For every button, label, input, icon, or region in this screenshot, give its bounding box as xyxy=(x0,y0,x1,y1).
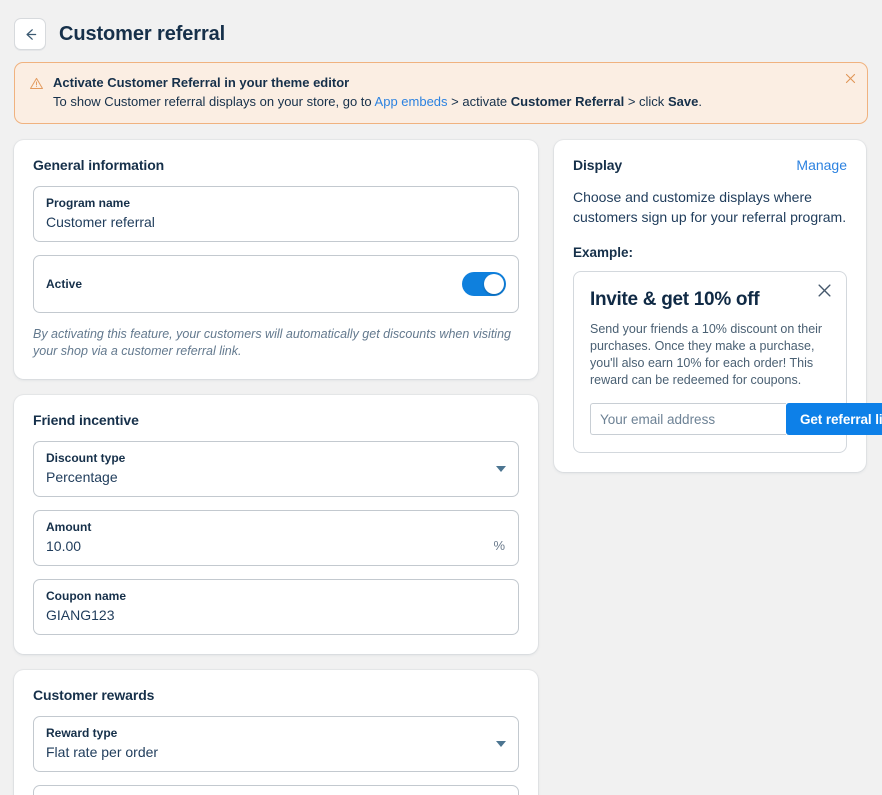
friend-amount-value[interactable]: 10.00 xyxy=(46,536,506,556)
coupon-name-field[interactable]: Coupon name GIANG123 xyxy=(33,579,519,635)
theme-activation-banner: Activate Customer Referral in your theme… xyxy=(14,62,868,124)
banner-strong-save: Save xyxy=(667,94,699,109)
friend-amount-suffix: % xyxy=(493,538,505,553)
banner-body-prefix: To show Customer referral displays on yo… xyxy=(53,94,375,109)
left-column: General information Program name Custome… xyxy=(14,140,538,795)
active-toggle[interactable] xyxy=(462,272,506,296)
program-name-field[interactable]: Program name Customer referral xyxy=(33,186,519,242)
reward-type-value: Flat rate per order xyxy=(46,744,159,760)
general-information-card: General information Program name Custome… xyxy=(14,140,538,379)
display-card: Display Manage Choose and customize disp… xyxy=(554,140,882,472)
customer-rewards-title: Customer rewards xyxy=(33,687,155,703)
manage-link[interactable]: Manage xyxy=(796,157,847,173)
popup-close-button[interactable] xyxy=(817,283,833,299)
popup-signup-form: Get referral link xyxy=(590,403,882,435)
active-toggle-knob xyxy=(484,274,504,294)
page-title: Customer referral xyxy=(59,22,226,45)
friend-incentive-title: Friend incentive xyxy=(33,412,139,428)
active-label: Active xyxy=(46,277,83,291)
arrow-left-icon xyxy=(22,26,39,43)
program-name-label: Program name xyxy=(46,196,131,210)
chevron-down-icon xyxy=(496,741,506,747)
right-column: Display Manage Choose and customize disp… xyxy=(554,140,882,488)
program-name-value[interactable]: Customer referral xyxy=(46,212,506,232)
coupon-name-label: Coupon name xyxy=(46,589,126,603)
email-input[interactable] xyxy=(590,403,786,435)
get-referral-link-button[interactable]: Get referral link xyxy=(786,403,882,435)
display-description: Choose and customize displays where cust… xyxy=(573,189,847,225)
display-title: Display xyxy=(573,157,623,173)
popup-body: Send your friends a 10% discount on thei… xyxy=(590,322,823,387)
banner-title: Activate Customer Referral in your theme… xyxy=(53,75,350,90)
example-label: Example: xyxy=(573,245,634,260)
friend-amount-field[interactable]: Amount 10.00 % xyxy=(33,510,519,566)
display-header: Display Manage xyxy=(573,157,847,173)
reward-amount-field[interactable]: Amount 10.00 $ xyxy=(33,785,519,795)
discount-type-select[interactable]: Discount type Percentage xyxy=(33,441,519,497)
popup-title: Invite & get 10% off xyxy=(590,289,760,310)
general-information-title: General information xyxy=(33,157,165,173)
banner-body-mid2: > click xyxy=(624,94,668,109)
app-embeds-link[interactable]: App embeds xyxy=(375,94,448,109)
reward-type-label: Reward type xyxy=(46,726,118,740)
active-field: Active xyxy=(33,255,519,313)
banner-text-block: Activate Customer Referral in your theme… xyxy=(53,74,702,111)
chevron-down-icon xyxy=(496,466,506,472)
page-header: Customer referral xyxy=(0,0,882,56)
banner-body-mid: > activate xyxy=(447,94,511,109)
banner-strong-customer-referral: Customer Referral xyxy=(510,94,625,109)
friend-amount-label: Amount xyxy=(46,520,92,534)
customer-rewards-card: Customer rewards Reward type Flat rate p… xyxy=(14,670,538,795)
discount-type-label: Discount type xyxy=(46,451,126,465)
discount-type-value: Percentage xyxy=(46,469,118,485)
banner-close-button[interactable] xyxy=(842,70,858,86)
warning-triangle-icon xyxy=(29,74,44,96)
banner-body: To show Customer referral displays on yo… xyxy=(53,93,702,111)
friend-incentive-card: Friend incentive Discount type Percentag… xyxy=(14,395,538,654)
content-columns: General information Program name Custome… xyxy=(0,124,882,795)
coupon-name-value[interactable]: GIANG123 xyxy=(46,605,506,625)
banner-body-suffix: . xyxy=(698,94,702,109)
back-button[interactable] xyxy=(14,18,46,50)
example-popup-preview: Invite & get 10% off Send your friends a… xyxy=(573,271,882,453)
active-helper-text: By activating this feature, your custome… xyxy=(33,327,511,358)
reward-type-select[interactable]: Reward type Flat rate per order xyxy=(33,716,519,772)
